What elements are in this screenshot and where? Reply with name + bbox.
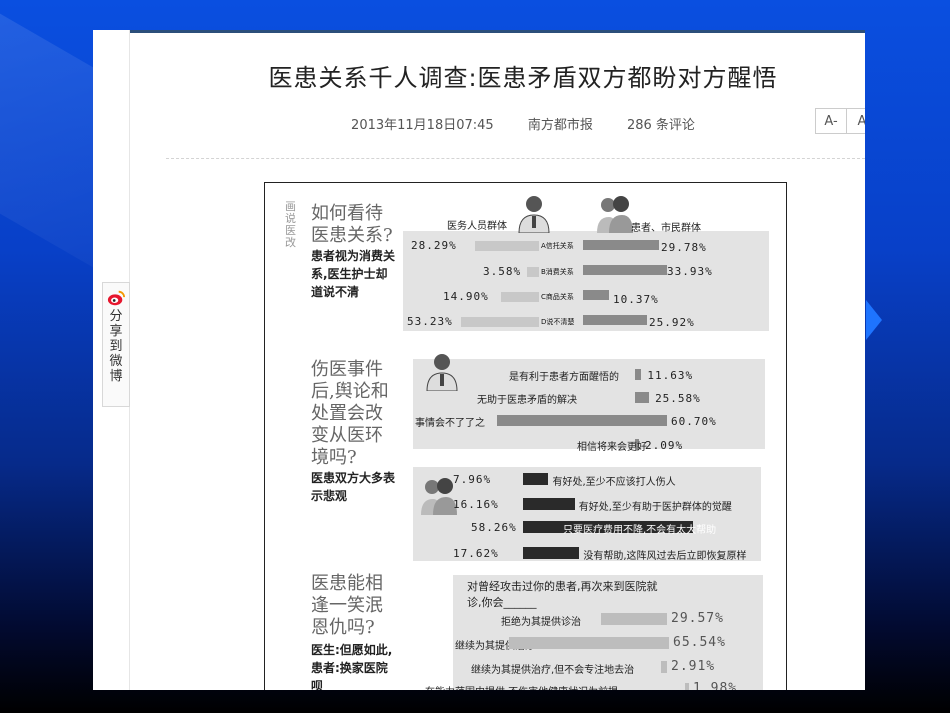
q3-summary: 医生:但愿如此,患者:换家医院呗	[311, 643, 393, 690]
q1-row-b-right: 33.93%	[667, 265, 713, 278]
q2-patient-value: 58.26%	[471, 521, 517, 534]
q1-row-d-right: 25.92%	[649, 316, 695, 329]
q1-row-b-left-bar	[527, 267, 539, 277]
q2-medical-bar	[635, 369, 642, 380]
q3-prompt: 对曾经攻击过你的患者,再次来到医院就诊,你会______	[467, 580, 658, 609]
q1-row-b-right-bar	[583, 265, 667, 275]
q3-row-bar	[601, 613, 667, 625]
q3-row-value: 29.57%	[671, 611, 724, 626]
q2-patient-bar	[523, 547, 580, 559]
q2-medical-value: 60.70%	[671, 415, 717, 428]
q2-patient-bar	[523, 498, 575, 510]
comments-link[interactable]: 286 条评论	[627, 118, 695, 133]
q3-row-value: 2.91%	[671, 659, 716, 674]
publish-date: 2013年11月18日07:45	[351, 118, 494, 133]
q1-row-d-left: 53.23%	[407, 315, 453, 328]
article-panel: 分享到微博 医患关系千人调查:医患矛盾双方都盼对方醒悟 2013年11月18日0…	[93, 30, 865, 690]
q1-row-a-right-bar	[583, 240, 659, 250]
q1-summary: 患者视为消费关系,医生护士却道说不清	[311, 249, 396, 299]
q1-row-b-tag: B消费关系	[541, 268, 574, 276]
share-label: 分享到微博	[109, 309, 123, 384]
q2-summary: 医患双方大多表示悲观	[311, 471, 396, 503]
share-to-weibo-button[interactable]: 分享到微博	[102, 282, 130, 407]
q2-medical-value: 25.58%	[655, 392, 701, 405]
font-size-controls: A- A	[815, 108, 865, 134]
q2-medical-label: 事情会不了了之	[415, 418, 485, 429]
q3-row-label: 拒绝为其提供诊治	[501, 617, 581, 628]
article-meta: 2013年11月18日07:45 南方都市报 286 条评论	[223, 114, 823, 133]
q1-row-c-right: 10.37%	[613, 293, 659, 306]
infographic-side-label: 画说医改	[285, 200, 296, 249]
q1-row-a-right: 29.78%	[661, 241, 707, 254]
q1-row-c-tag: C商品关系	[541, 293, 574, 301]
meta-divider	[166, 158, 865, 159]
q1-row-d-tag: D说不清楚	[541, 318, 575, 326]
q3-row-label: 在能力范围内提供,不伤害他健康状况为前提	[425, 683, 618, 690]
infographic-image: 画说医改 如何看待医患关系? 患者视为消费关系,医生护士却道说不清 医务人员群体…	[264, 182, 787, 690]
q2-patient-label: 有好处,至少有助于医护群体的觉醒	[578, 502, 732, 513]
q3-row-value: 65.54%	[673, 635, 726, 650]
doctor-avatar-icon-2	[426, 354, 458, 391]
q2-patient-label: 有好处,至少不应该打人伤人	[552, 477, 676, 488]
q2-patient-label: 只要医疗费用不降,不会有太大帮助	[563, 525, 717, 536]
q1-row-c-right-bar	[583, 290, 609, 300]
q3-row-bar	[661, 661, 667, 673]
q2-medical-label: 是有利于患者方面醒悟的	[509, 372, 619, 383]
q1-row-c-left: 14.90%	[443, 290, 489, 303]
q2-medical-bar	[635, 392, 650, 403]
font-larger-button[interactable]: A	[846, 108, 865, 134]
q2-patient-value: 17.62%	[453, 547, 499, 560]
slide-arrow-decoration	[866, 300, 882, 340]
q2-patient-value: 7.96%	[453, 473, 492, 486]
doctor-avatar-icon	[518, 196, 550, 233]
q2-medical-value: 11.63%	[647, 369, 694, 382]
q1-row-a-tag: A信托关系	[541, 242, 574, 250]
q2-medical-label: 无助于医患矛盾的解决	[477, 395, 577, 406]
q2-question: 伤医事件后,舆论和处置会改变从医环境吗?	[311, 359, 389, 468]
q2-patient-value: 16.16%	[453, 498, 499, 511]
group-medical-label: 医务人员群体	[447, 221, 507, 232]
weibo-icon	[107, 290, 125, 306]
q3-row-bar	[685, 683, 689, 690]
q2-medical-label: 相信将来会更好	[577, 442, 647, 453]
q3-question: 医患能相逢一笑泯恩仇吗?	[311, 573, 383, 638]
q3-row-value: 1.98%	[693, 681, 738, 690]
q1-row-a-left-bar	[475, 241, 539, 251]
q1-row-d-left-bar	[461, 317, 539, 327]
article-title: 医患关系千人调查:医患矛盾双方都盼对方醒悟	[268, 64, 778, 92]
q1-row-b-left: 3.58%	[483, 265, 522, 278]
q1-row-c-left-bar	[501, 292, 539, 302]
patient-avatar-icon	[597, 196, 633, 233]
q3-row-label: 继续为其提供治疗,但不会专注地去治	[471, 665, 635, 676]
q1-row-d-right-bar	[583, 315, 647, 325]
top-border	[129, 30, 865, 33]
q2-patient-label: 没有帮助,这阵风过去后立即恢复原样	[583, 551, 747, 562]
q2-patient-bar	[523, 473, 549, 485]
q1-question: 如何看待医患关系?	[311, 203, 393, 246]
group-patient-label: 患者、市民群体	[631, 223, 701, 234]
font-smaller-button[interactable]: A-	[815, 108, 847, 134]
q1-row-a-left: 28.29%	[411, 239, 457, 252]
q2-medical-bar	[497, 415, 667, 426]
q2-medical-value: 2.09%	[645, 439, 684, 452]
q3-row-bar	[509, 637, 669, 649]
source-link[interactable]: 南方都市报	[528, 118, 593, 133]
